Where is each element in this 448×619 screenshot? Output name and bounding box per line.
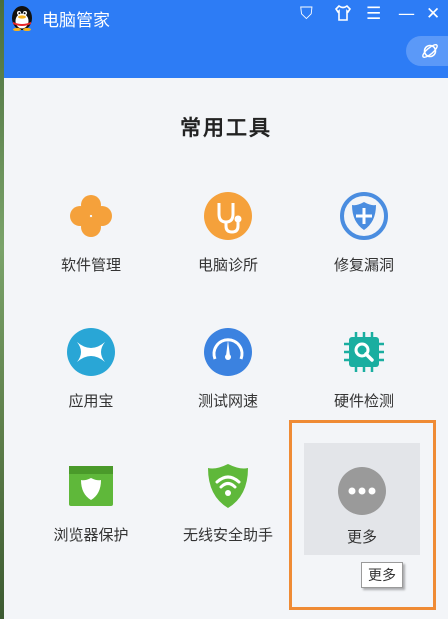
section-title: 常用工具 xyxy=(180,116,272,140)
app-store-icon xyxy=(67,328,115,376)
more-dots-icon xyxy=(338,467,386,515)
speedometer-icon xyxy=(204,328,252,376)
tool-label: 软件管理 xyxy=(60,256,121,274)
tool-app-store[interactable]: 应用宝 xyxy=(21,328,161,438)
repair-shield-icon xyxy=(340,192,388,240)
tool-label: 浏览器保护 xyxy=(53,526,129,544)
clover-icon xyxy=(70,195,112,237)
tool-fix-vulnerabilities[interactable]: 修复漏洞 xyxy=(294,192,434,302)
tool-wireless-security[interactable]: 无线安全助手 xyxy=(158,462,298,572)
penguin-logo-icon xyxy=(12,6,32,31)
app-title: 电脑管家 xyxy=(42,11,110,31)
tools-panel: 常用工具 软件管理 电脑诊所 修复漏洞 应用宝 测试网速 硬件检测 浏览器保护 … xyxy=(4,78,448,619)
tool-label: 应用宝 xyxy=(68,392,114,410)
more-tooltip: 更多 xyxy=(361,562,403,588)
wifi-shield-icon xyxy=(208,464,248,508)
stethoscope-icon xyxy=(204,192,252,240)
tool-software-manager[interactable]: 软件管理 xyxy=(21,192,161,302)
menu-icon[interactable]: ☰ xyxy=(366,4,381,24)
more-label: 更多 xyxy=(346,528,377,546)
tool-label: 无线安全助手 xyxy=(182,526,273,544)
close-icon[interactable]: ✕ xyxy=(426,4,440,24)
planet-button[interactable] xyxy=(406,36,448,66)
tool-browser-protection[interactable]: 浏览器保护 xyxy=(21,462,161,572)
tool-label: 修复漏洞 xyxy=(333,256,394,274)
tool-pc-clinic[interactable]: 电脑诊所 xyxy=(158,192,298,302)
browser-shield-icon xyxy=(69,466,113,506)
shield-icon[interactable]: ⛉ xyxy=(300,4,313,24)
chip-search-icon xyxy=(344,332,384,372)
tool-speed-test[interactable]: 测试网速 xyxy=(158,328,298,438)
title-bar: 电脑管家 ⛉ ☰ — ✕ xyxy=(4,0,448,78)
tool-more[interactable]: 更多 xyxy=(304,443,420,555)
planet-icon xyxy=(422,44,438,58)
minimize-icon[interactable]: — xyxy=(398,4,415,24)
tool-label: 硬件检测 xyxy=(333,392,394,410)
skin-shirt-icon[interactable] xyxy=(334,4,352,27)
tool-label: 测试网速 xyxy=(197,392,258,410)
tool-label: 电脑诊所 xyxy=(197,256,258,274)
